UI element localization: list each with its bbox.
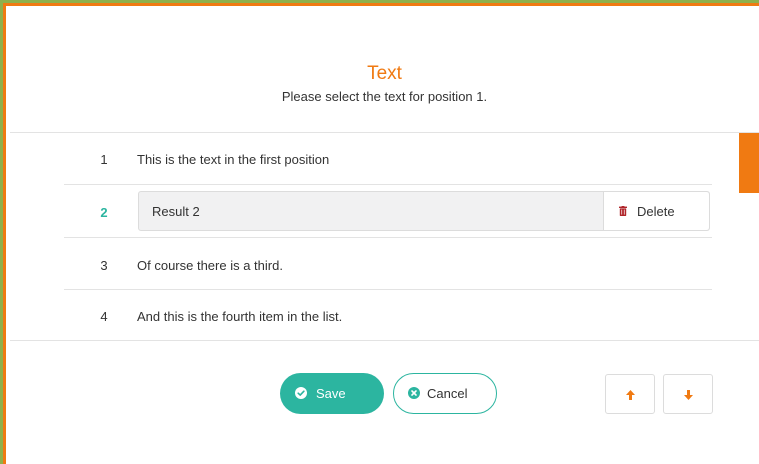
row-number: 4: [100, 309, 108, 324]
row-number: 3: [100, 258, 108, 273]
move-up-button[interactable]: [605, 374, 655, 414]
cancel-button-label: Cancel: [427, 386, 468, 401]
frame-border-top-accent: [0, 3, 759, 6]
move-down-button[interactable]: [663, 374, 713, 414]
list-item[interactable]: 1 This is the text in the first position: [64, 133, 712, 185]
dialog-header: Text Please select the text for position…: [10, 62, 759, 106]
scrollbar-thumb[interactable]: [739, 133, 759, 193]
row-text: This is the text in the first position: [137, 152, 330, 167]
result-value: Result 2: [152, 204, 200, 219]
row-text: And this is the fourth item in the list.: [137, 309, 343, 324]
save-button[interactable]: Save: [280, 373, 384, 414]
trash-icon: [619, 206, 627, 216]
dialog-frame: Text Please select the text for position…: [0, 0, 759, 464]
row-text: Of course there is a third.: [137, 258, 283, 273]
cancel-button[interactable]: Cancel: [393, 373, 497, 414]
page-subtitle: Please select the text for position 1.: [281, 89, 488, 104]
list-item[interactable]: 3 Of course there is a third.: [64, 238, 712, 290]
row-number: 1: [100, 152, 108, 167]
row-number: 2: [100, 205, 108, 220]
list-item-active: 2 Result 2 Delete: [64, 185, 712, 237]
page-title: Text: [367, 63, 402, 84]
footer-divider: [10, 340, 759, 341]
x-circle-icon: [408, 387, 420, 399]
check-circle-icon: [295, 387, 307, 399]
save-button-label: Save: [316, 386, 346, 401]
frame-border-left-accent: [3, 3, 6, 464]
delete-button[interactable]: Delete: [603, 192, 709, 230]
list-item[interactable]: 4 And this is the fourth item in the lis…: [64, 290, 712, 342]
delete-button-label: Delete: [637, 204, 675, 219]
arrow-up-icon: [626, 390, 635, 400]
result-field[interactable]: Result 2 Delete: [138, 191, 710, 231]
arrow-down-icon: [684, 390, 693, 400]
